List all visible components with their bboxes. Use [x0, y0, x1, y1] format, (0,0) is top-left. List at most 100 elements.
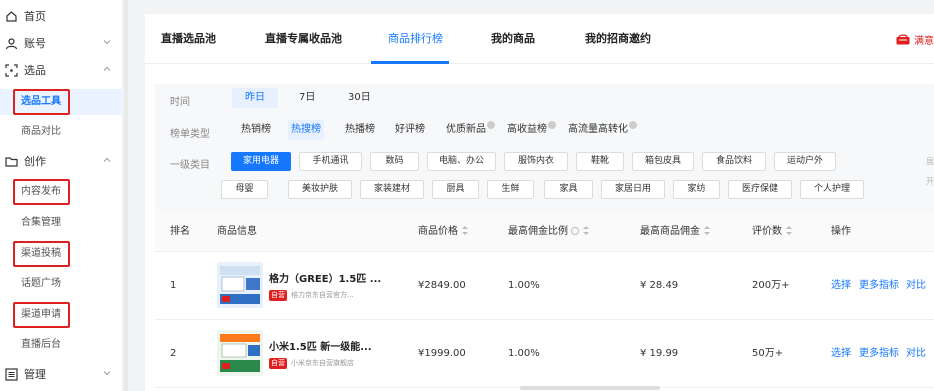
category-chip[interactable]: 箱包皮具: [632, 152, 694, 171]
sidebar-item-collection-manage[interactable]: 合集管理: [0, 210, 123, 236]
tab-product-ranking[interactable]: 商品排行榜: [388, 14, 443, 64]
time-option-yesterday[interactable]: 昨日: [232, 88, 278, 108]
category-chip[interactable]: 运动户外: [774, 152, 836, 171]
sidebar-item-channel-submit[interactable]: 渠道投稿: [0, 241, 123, 267]
category-chip[interactable]: 服饰内衣: [504, 152, 568, 171]
sidebar-group-manage[interactable]: 管理: [0, 362, 123, 388]
self-operated-badge: 自营: [269, 358, 287, 369]
sidebar-item-channel-apply[interactable]: 渠道申请: [0, 302, 123, 328]
tab-my-invitations[interactable]: 我的招商邀约: [585, 14, 651, 64]
category-chip[interactable]: 食品饮料: [702, 152, 766, 171]
compare-link[interactable]: 对比: [906, 320, 926, 388]
list-type-option[interactable]: 热销榜: [241, 120, 271, 140]
product-thumbnail[interactable]: [217, 330, 263, 376]
horizontal-scrollbar[interactable]: [520, 386, 660, 390]
header-reviews[interactable]: 评价数: [752, 212, 792, 252]
category-chip[interactable]: 母婴: [221, 180, 268, 199]
sidebar-group-label: 首页: [24, 10, 46, 23]
header-ops: 操作: [831, 226, 851, 237]
time-option-7d[interactable]: 7日: [299, 88, 315, 108]
select-link[interactable]: 选择: [831, 252, 851, 320]
product-name[interactable]: 格力（GREE）1.5匹 ...: [269, 270, 381, 285]
compare-link[interactable]: 对比: [906, 252, 926, 320]
sidebar-group-home[interactable]: 首页: [0, 4, 123, 30]
sidebar-item-content-publish[interactable]: 内容发布: [0, 179, 123, 205]
cell-reviews: 50万+: [752, 348, 784, 359]
category-chip[interactable]: 厨具: [432, 180, 479, 199]
sidebar-group-label: 创作: [24, 155, 46, 168]
sidebar-item-topic-square[interactable]: 话题广场: [0, 271, 123, 297]
shop-name: 格力京东自营官方...: [291, 291, 354, 299]
category-chip[interactable]: 医疗保健: [728, 180, 792, 199]
list-type-option[interactable]: 热搜榜: [288, 120, 324, 140]
table-row[interactable]: 1 格力（GREE）1.5匹 ... 自营 格力京东自营官方... ¥2849.…: [155, 252, 934, 320]
expand-categories-link[interactable]: 展开: [926, 152, 934, 186]
sort-icon: [583, 225, 589, 235]
table-row[interactable]: 2 小米1.5匹 新一级能... 自营 小米京东自营旗舰店 ¥1999.00 1…: [155, 320, 934, 388]
sidebar-item-product-compare[interactable]: 商品对比: [0, 119, 123, 145]
category-chip[interactable]: 家装建材: [360, 180, 424, 199]
sidebar-group-selection[interactable]: 选品: [0, 58, 123, 84]
sidebar-item-selection-tool[interactable]: 选品工具: [0, 89, 123, 115]
sidebar-scrollbar[interactable]: [124, 0, 128, 391]
more-metrics-link[interactable]: 更多指标: [859, 252, 899, 320]
category-chip[interactable]: 家用电器: [231, 152, 291, 171]
category-chip[interactable]: 电脑、办公: [427, 152, 496, 171]
sidebar-group-label: 选品: [24, 64, 46, 77]
category-chip[interactable]: 家居日用: [601, 180, 665, 199]
help-icon: [487, 121, 495, 129]
category-chip[interactable]: 生鲜: [487, 180, 534, 199]
header-commission-ratio[interactable]: 最高佣金比例: [508, 212, 589, 252]
cell-price: ¥1999.00: [418, 348, 466, 359]
category-chip[interactable]: 家具: [544, 180, 593, 199]
sidebar-item-live-backend[interactable]: 直播后台: [0, 332, 123, 358]
category-chip[interactable]: 美妆护肤: [288, 180, 352, 199]
chevron-down-icon: [103, 40, 111, 45]
time-option-30d[interactable]: 30日: [348, 88, 371, 108]
header-price[interactable]: 商品价格: [418, 212, 468, 252]
sidebar-item-label: 合集管理: [21, 217, 61, 228]
list-type-option[interactable]: 高流量高转化: [568, 120, 637, 140]
sort-icon: [704, 225, 710, 235]
list-type-option[interactable]: 优质新品: [446, 120, 495, 140]
ranking-table: 排名 商品信息 商品价格 最高佣金比例 最高商品佣金 评价数 操作 1 格力（G…: [145, 212, 934, 391]
tab-my-products[interactable]: 我的商品: [491, 14, 535, 64]
list-type-option[interactable]: 高收益榜: [507, 120, 556, 140]
filter-time-label: 时间: [170, 97, 190, 108]
sidebar-item-label: 商品对比: [21, 126, 61, 137]
category-chip[interactable]: 个人护理: [800, 180, 864, 199]
category-chip[interactable]: 手机通讯: [299, 152, 362, 171]
sidebar-item-label: 话题广场: [21, 278, 61, 289]
list-type-option[interactable]: 好评榜: [395, 120, 425, 140]
sidebar-item-label: 选品工具: [21, 96, 61, 107]
category-chip[interactable]: 鞋靴: [576, 152, 624, 171]
cell-commission: ¥ 28.49: [640, 280, 679, 291]
header-commission[interactable]: 最高商品佣金: [640, 212, 710, 252]
app-root: 首页 账号 选品 选品工具 商品对比 创作 内容发布 合集管理 渠道投稿 话题广…: [0, 0, 934, 391]
home-icon: [6, 11, 17, 22]
product-thumbnail[interactable]: [217, 262, 263, 308]
tab-live-exclusive-pool[interactable]: 直播专属收品池: [265, 14, 342, 64]
sidebar-item-label: 渠道投稿: [21, 248, 61, 259]
header-commission-label: 最高商品佣金: [640, 226, 700, 237]
sidebar-group-create[interactable]: 创作: [0, 149, 123, 175]
self-operated-badge: 自营: [269, 290, 287, 301]
satisfaction-notice[interactable]: 满意: [896, 31, 934, 47]
product-name[interactable]: 小米1.5匹 新一级能...: [269, 338, 372, 353]
filter-category-label: 一级类目: [170, 160, 210, 171]
category-chip[interactable]: 家纺: [673, 180, 720, 199]
list-type-option-label: 优质新品: [446, 124, 486, 135]
tab-live-pool[interactable]: 直播选品池: [161, 14, 216, 64]
sidebar-group-account[interactable]: 账号: [0, 31, 123, 57]
table-header: 排名 商品信息 商品价格 最高佣金比例 最高商品佣金 评价数 操作: [155, 212, 934, 252]
category-chip[interactable]: 数码: [370, 152, 419, 171]
shop-name: 小米京东自营旗舰店: [291, 359, 354, 367]
more-metrics-link[interactable]: 更多指标: [859, 320, 899, 388]
chevron-up-icon: [103, 157, 111, 162]
sidebar-item-label: 直播后台: [21, 339, 61, 350]
sidebar-item-label: 内容发布: [21, 186, 61, 197]
list-type-option[interactable]: 热播榜: [345, 120, 375, 140]
select-link[interactable]: 选择: [831, 320, 851, 388]
header-price-label: 商品价格: [418, 226, 458, 237]
header-reviews-label: 评价数: [752, 226, 782, 237]
